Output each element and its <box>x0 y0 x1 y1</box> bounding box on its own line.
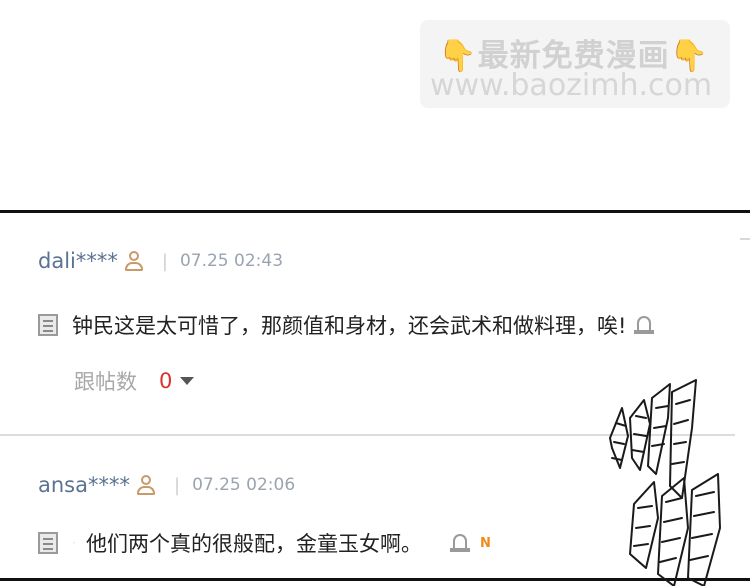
comment-body: · 他们两个真的很般配，金童玉女啊。 N <box>38 528 491 558</box>
comment-username[interactable]: ansa**** <box>38 473 130 497</box>
comment-text: 他们两个真的很般配，金童玉女啊。 <box>86 532 422 556</box>
faint-mark: · <box>72 536 76 550</box>
report-icon[interactable] <box>450 533 470 553</box>
user-icon <box>124 250 144 272</box>
comment-meta: ansa**** | 07.25 02:06 <box>38 470 295 500</box>
watermark: 👇最新免费漫画👇 www.baozimh.com <box>420 20 730 108</box>
meta-separator: | <box>174 474 181 496</box>
watermark-url: www.baozimh.com <box>430 68 713 103</box>
reply-count: 0 <box>159 369 173 393</box>
panel-top-border <box>0 210 750 213</box>
document-icon <box>38 532 58 554</box>
comment-text: 钟民这是太可惜了，那颜值和身材，还会武术和做料理，唉! <box>72 314 627 338</box>
comment-body: 钟民这是太可惜了，那颜值和身材，还会武术和做料理，唉! <box>38 310 655 340</box>
chevron-down-icon[interactable] <box>180 377 195 385</box>
comment-timestamp: 07.25 02:43 <box>179 251 284 271</box>
new-badge: N <box>480 535 491 551</box>
reply-count-row[interactable]: 跟帖数 0 <box>74 366 195 396</box>
comment-timestamp: 07.25 02:06 <box>192 475 296 495</box>
sketch-sound-effect-art <box>609 379 721 586</box>
user-icon <box>136 474 156 496</box>
document-icon <box>38 314 58 336</box>
comment-meta: dali**** | 07.25 02:43 <box>38 246 283 276</box>
report-icon[interactable] <box>634 315 655 335</box>
meta-separator: | <box>161 250 168 272</box>
reply-label: 跟帖数 <box>74 370 137 394</box>
comment-username[interactable]: dali**** <box>38 249 118 273</box>
scroll-edge <box>740 238 750 240</box>
